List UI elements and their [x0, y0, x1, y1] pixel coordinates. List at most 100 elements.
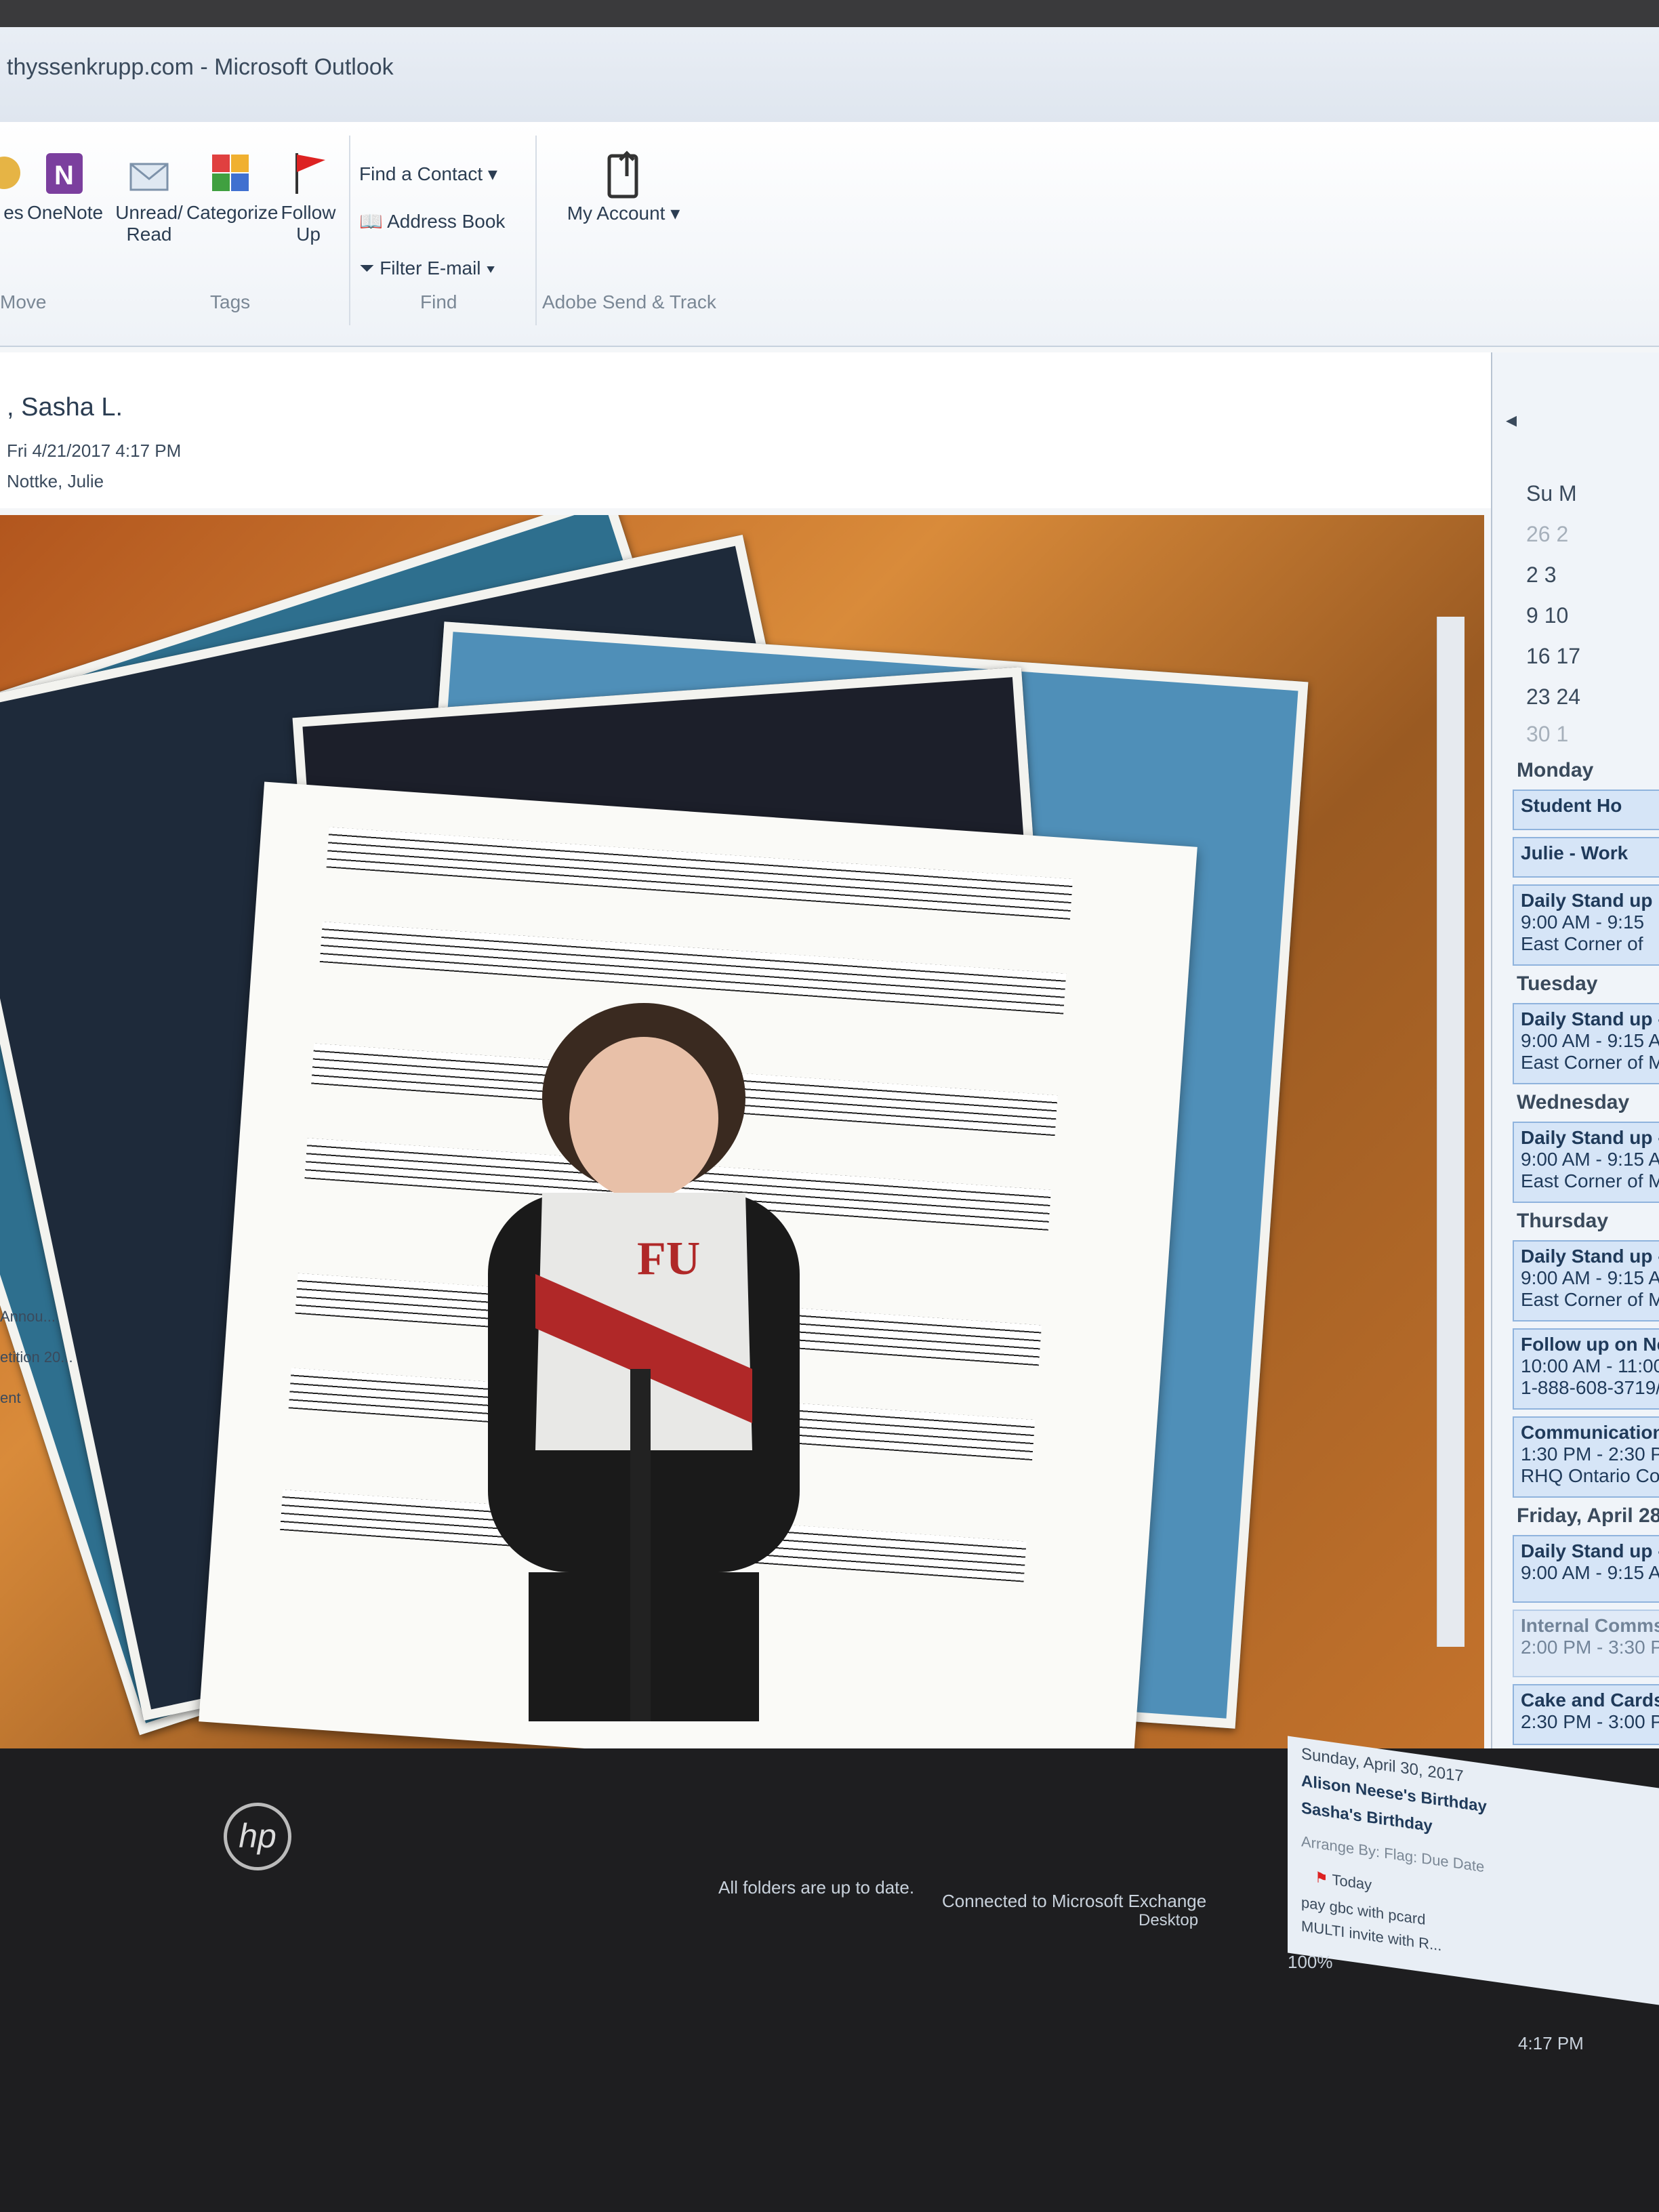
monitor-bezel-bottom: Sunday, April 30, 2017 Alison Neese's Bi… — [0, 1736, 1659, 2212]
appointment-location: RHQ Ontario Conference R — [1521, 1465, 1659, 1486]
address-book-icon: 📖 — [359, 211, 383, 232]
calendar-week[interactable]: 16 17 — [1526, 644, 1580, 669]
message-list-item[interactable]: etition 20... — [0, 1349, 73, 1366]
appointment-title: Daily Stand up - — [1521, 1008, 1659, 1029]
filter-email-label: Filter E-mail — [380, 258, 481, 279]
appointment-time: 1:30 PM - 2:30 PM — [1521, 1443, 1659, 1465]
appointment-title: Daily Stand up - 2017 — [1521, 1246, 1659, 1267]
day-heading: Wednesday — [1517, 1091, 1630, 1113]
status-connection: Connected to Microsoft Exchange — [942, 1891, 1207, 1911]
appointment[interactable]: Communications Weekly1:30 PM - 2:30 PMRH… — [1513, 1416, 1659, 1498]
appointment-title: Julie - Work — [1521, 842, 1629, 863]
status-folders: All folders are up to date. — [718, 1877, 915, 1898]
follow-up-button[interactable]: Follow Up — [274, 149, 342, 245]
onenote-label: OneNote — [27, 202, 104, 223]
find-contact-combo[interactable]: Find a Contact ▾ — [359, 163, 497, 185]
unread-read-button[interactable]: Unread/ Read — [112, 149, 186, 245]
taskbar-clock[interactable]: 4:17 PM — [1518, 2033, 1584, 2054]
appointment-time: 9:00 AM - 9:15 — [1521, 912, 1645, 933]
calendar-week[interactable]: 2 3 — [1526, 562, 1556, 588]
appointment-title: Cake and Cards — [1521, 1689, 1659, 1711]
todo-bar: ◂ Su M 26 2 2 3 9 10 16 17 23 24 30 1 Mo… — [1491, 352, 1659, 1748]
appointment-title: Daily Stand up - 20 — [1521, 1127, 1659, 1148]
my-account-label: My Account — [567, 203, 665, 224]
message-list-item[interactable]: Annou... — [0, 1308, 56, 1326]
hp-logo: hp — [224, 1803, 291, 1870]
appointment-time: 9:00 AM - 9:15 AM — [1521, 1267, 1659, 1288]
appointment[interactable]: Daily Stand up - 209:00 AM - 9:15 AMEast… — [1513, 1122, 1659, 1203]
appointment-title: Communications Weekly — [1521, 1422, 1659, 1443]
onenote-button[interactable]: N OneNote — [27, 149, 104, 224]
find-contact-label: Find a Contact — [359, 163, 483, 184]
group-label-move: Move — [0, 291, 47, 312]
appointment[interactable]: Cake and Cards2:30 PM - 3:00 PM — [1513, 1684, 1659, 1745]
sent-date: Fri 4/21/2017 4:17 PM — [7, 441, 182, 461]
categorize-button[interactable]: Categorize — [186, 149, 278, 224]
day-heading: Monday — [1517, 759, 1594, 781]
student-portrait: FU — [488, 1003, 800, 1721]
move-label: es — [3, 202, 24, 223]
move-button[interactable]: es — [0, 149, 27, 224]
to-recipient: Nottke, Julie — [7, 471, 104, 491]
my-account-button[interactable]: My Account ▾ — [556, 149, 691, 224]
tasks-header: Today — [1332, 1870, 1372, 1893]
svg-text:FU: FU — [637, 1233, 700, 1285]
ribbon-separator — [535, 136, 537, 325]
reading-pane-scrollbar[interactable] — [1437, 617, 1465, 1647]
music-staff — [326, 827, 1073, 920]
filter-email-button[interactable]: ⏷ Filter E-mail ▾ — [359, 258, 495, 280]
onenote-icon: N — [41, 149, 88, 197]
appointment[interactable]: Follow up on New proj10:00 AM - 11:00 AM… — [1513, 1328, 1659, 1410]
filter-icon: ⏷ — [359, 258, 375, 279]
appointment-time: 9:00 AM - 9:15 AM — [1521, 1030, 1659, 1051]
group-label-tags: Tags — [210, 291, 251, 312]
appointment-title: Daily Stand up - 2017 — [1521, 1540, 1659, 1561]
tasks-today-group[interactable]: ⚑ Today — [1315, 1868, 1372, 1894]
calendar-week[interactable]: 9 10 — [1526, 603, 1568, 628]
zoom-level[interactable]: 100% — [1288, 1952, 1333, 1973]
calendar-day-headers: Su M — [1526, 481, 1577, 506]
appointment-title: Follow up on New proj — [1521, 1334, 1659, 1355]
appointment-location: 1-888-608-3719/261 841 6 — [1521, 1377, 1659, 1398]
ribbon-separator — [349, 136, 350, 325]
address-book-button[interactable]: 📖 Address Book — [359, 210, 505, 232]
calendar-week[interactable]: 30 1 — [1526, 722, 1568, 747]
categorize-label: Categorize — [186, 202, 279, 223]
appointment-location: East Corner of Mark — [1521, 1170, 1659, 1191]
appointment-title: Daily Stand up — [1521, 890, 1653, 911]
appointment[interactable]: Daily Stand up -9:00 AM - 9:15 AMEast Co… — [1513, 1003, 1659, 1084]
envelope-icon — [125, 149, 173, 197]
ribbon: es N OneNote Unread/ Read Categorize Fol… — [0, 122, 1659, 347]
email-photo: FU — [0, 515, 1484, 1748]
account-icon — [600, 149, 647, 199]
message-header: , Sasha L. Fri 4/21/2017 4:17 PM Nottke,… — [0, 352, 1533, 508]
group-label-find: Find — [420, 291, 457, 312]
appointment-time: 10:00 AM - 11:00 AM — [1521, 1355, 1659, 1376]
outlook-window: thyssenkrupp.com - Microsoft Outlook es … — [0, 0, 1659, 1748]
window-title: thyssenkrupp.com - Microsoft Outlook — [7, 54, 394, 80]
unread-read-label: Unread/ Read — [115, 202, 183, 245]
follow-up-label: Follow Up — [281, 202, 336, 245]
appointment-time: 2:00 PM - 3:30 PM — [1521, 1637, 1659, 1658]
appointment[interactable]: Daily Stand up 9:00 AM - 9:15 East Corner … — [1513, 884, 1659, 966]
calendar-week[interactable]: 23 24 — [1526, 684, 1580, 710]
title-bar: thyssenkrupp.com - Microsoft Outlook — [0, 27, 1659, 123]
appointment[interactable]: Daily Stand up - 20179:00 AM - 9:15 AM — [1513, 1535, 1659, 1603]
appointment[interactable]: Student Ho — [1513, 790, 1659, 830]
calendar-week[interactable]: 26 2 — [1526, 522, 1568, 547]
appointment[interactable]: Internal Comms Team Meetin2:00 PM - 3:30… — [1513, 1610, 1659, 1677]
appointment-title: Student Ho — [1521, 795, 1622, 816]
svg-text:N: N — [54, 161, 74, 190]
flag-icon — [285, 149, 332, 197]
appointment-location: East Corner of Ma — [1521, 1052, 1659, 1073]
day-heading: Tuesday — [1517, 972, 1598, 995]
address-book-label: Address Book — [387, 211, 506, 232]
appointment[interactable]: Daily Stand up - 20179:00 AM - 9:15 AMEa… — [1513, 1240, 1659, 1322]
message-list-item[interactable]: ent — [0, 1389, 21, 1407]
desktop-label[interactable]: Desktop — [1139, 1911, 1198, 1930]
calendar-prev-month-icon[interactable]: ◂ — [1506, 407, 1517, 432]
arrange-by-label[interactable]: Arrange By: Flag: Due Date — [1301, 1832, 1484, 1876]
appointment-time: 2:30 PM - 3:00 PM — [1521, 1711, 1659, 1732]
appointment[interactable]: Julie - Work — [1513, 837, 1659, 878]
appointment-time: 9:00 AM - 9:15 AM — [1521, 1149, 1659, 1170]
